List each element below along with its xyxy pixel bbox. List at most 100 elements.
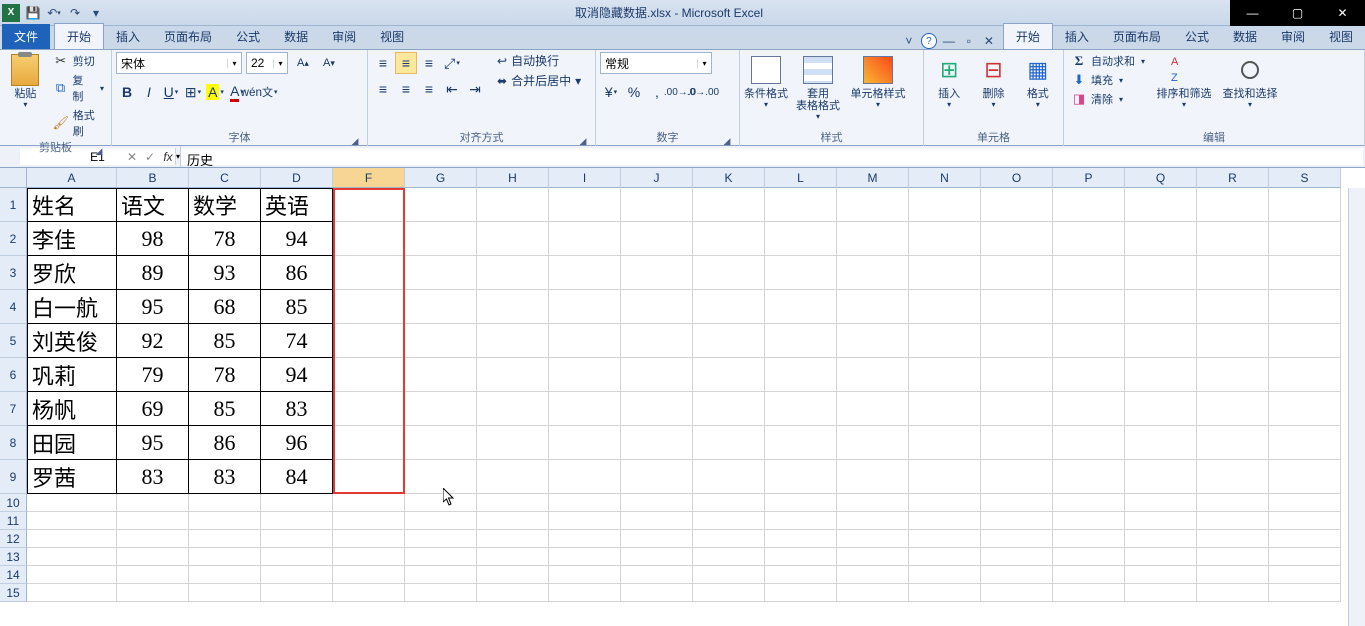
cell[interactable] bbox=[1125, 426, 1197, 460]
cell[interactable] bbox=[693, 426, 765, 460]
italic-button[interactable]: I bbox=[138, 81, 160, 103]
cell[interactable] bbox=[765, 392, 837, 426]
cell[interactable] bbox=[765, 426, 837, 460]
cell[interactable] bbox=[333, 566, 405, 584]
cell[interactable] bbox=[405, 222, 477, 256]
column-header-L[interactable]: L bbox=[765, 168, 837, 188]
row-header-6[interactable]: 6 bbox=[0, 358, 27, 392]
cell[interactable] bbox=[333, 548, 405, 566]
cell[interactable] bbox=[333, 512, 405, 530]
column-header-C[interactable]: C bbox=[189, 168, 261, 188]
row-header-3[interactable]: 3 bbox=[0, 256, 27, 290]
number-format-combo[interactable]: ▾ bbox=[600, 52, 712, 74]
cell[interactable] bbox=[477, 530, 549, 548]
cell[interactable] bbox=[189, 512, 261, 530]
cell[interactable]: 杨帆 bbox=[27, 392, 117, 426]
cell[interactable] bbox=[549, 392, 621, 426]
font-name-combo[interactable]: ▾ bbox=[116, 52, 242, 74]
cell[interactable] bbox=[909, 566, 981, 584]
undo-button[interactable]: ↶▾ bbox=[44, 3, 64, 23]
cell[interactable] bbox=[27, 530, 117, 548]
cell[interactable] bbox=[837, 324, 909, 358]
row-header-4[interactable]: 4 bbox=[0, 290, 27, 324]
mdi-restore-icon[interactable]: ▫ bbox=[961, 33, 977, 49]
cell[interactable] bbox=[1197, 512, 1269, 530]
cell[interactable] bbox=[333, 392, 405, 426]
cell[interactable] bbox=[981, 512, 1053, 530]
cell[interactable] bbox=[693, 512, 765, 530]
cell[interactable] bbox=[1125, 358, 1197, 392]
cell[interactable]: 84 bbox=[261, 460, 333, 494]
cell[interactable] bbox=[693, 494, 765, 512]
cell[interactable] bbox=[837, 548, 909, 566]
cell[interactable] bbox=[621, 566, 693, 584]
cell[interactable] bbox=[1269, 392, 1341, 426]
cell[interactable] bbox=[1197, 290, 1269, 324]
increase-indent-button[interactable]: ⇥ bbox=[464, 78, 486, 100]
cell[interactable]: 94 bbox=[261, 222, 333, 256]
decrease-decimal-button[interactable]: .0→.00 bbox=[692, 81, 714, 103]
font-launcher[interactable]: ◢ bbox=[349, 133, 361, 145]
autosum-button[interactable]: Σ自动求和▾ bbox=[1068, 52, 1148, 70]
column-header-J[interactable]: J bbox=[621, 168, 693, 188]
cell[interactable]: 86 bbox=[261, 256, 333, 290]
cell[interactable] bbox=[837, 494, 909, 512]
cell[interactable] bbox=[549, 222, 621, 256]
accounting-button[interactable]: ¥▾ bbox=[600, 81, 622, 103]
cell[interactable] bbox=[765, 530, 837, 548]
cell[interactable] bbox=[837, 512, 909, 530]
cell[interactable]: 巩莉 bbox=[27, 358, 117, 392]
cell[interactable]: 83 bbox=[261, 392, 333, 426]
cell[interactable] bbox=[1125, 566, 1197, 584]
cell[interactable] bbox=[621, 494, 693, 512]
number-format-input[interactable] bbox=[601, 56, 697, 70]
border-button[interactable]: ⊞▾ bbox=[182, 81, 204, 103]
column-header-I[interactable]: I bbox=[549, 168, 621, 188]
cell[interactable] bbox=[333, 460, 405, 494]
cell[interactable] bbox=[837, 584, 909, 602]
cell[interactable] bbox=[1125, 324, 1197, 358]
row-header-1[interactable]: 1 bbox=[0, 188, 27, 222]
cell[interactable] bbox=[1125, 530, 1197, 548]
cell[interactable] bbox=[909, 426, 981, 460]
cell[interactable] bbox=[1125, 548, 1197, 566]
enter-formula-icon[interactable]: ✓ bbox=[142, 150, 158, 164]
cell[interactable] bbox=[261, 566, 333, 584]
cell[interactable]: 罗茜 bbox=[27, 460, 117, 494]
cell[interactable] bbox=[189, 584, 261, 602]
cell[interactable] bbox=[621, 548, 693, 566]
cell[interactable] bbox=[405, 324, 477, 358]
cell[interactable] bbox=[765, 584, 837, 602]
cell[interactable] bbox=[981, 460, 1053, 494]
tab-开始[interactable]: 开始 bbox=[54, 23, 104, 49]
row-header-7[interactable]: 7 bbox=[0, 392, 27, 426]
cell[interactable] bbox=[621, 530, 693, 548]
cell[interactable] bbox=[621, 512, 693, 530]
cell[interactable] bbox=[1269, 188, 1341, 222]
decrease-indent-button[interactable]: ⇤ bbox=[441, 78, 463, 100]
cell[interactable] bbox=[549, 566, 621, 584]
cell[interactable]: 白一航 bbox=[27, 290, 117, 324]
cell[interactable] bbox=[693, 324, 765, 358]
cell[interactable] bbox=[837, 426, 909, 460]
cell[interactable] bbox=[1125, 222, 1197, 256]
tab-页面布局[interactable]: 页面布局 bbox=[152, 24, 224, 49]
cell[interactable] bbox=[333, 584, 405, 602]
align-left-button[interactable]: ≡ bbox=[372, 78, 394, 100]
cell[interactable] bbox=[837, 392, 909, 426]
cell[interactable]: 78 bbox=[189, 358, 261, 392]
row-header-11[interactable]: 11 bbox=[0, 512, 27, 530]
align-center-button[interactable]: ≡ bbox=[395, 78, 417, 100]
cell[interactable] bbox=[477, 426, 549, 460]
cell[interactable] bbox=[693, 530, 765, 548]
cell[interactable] bbox=[981, 358, 1053, 392]
tab-1[interactable]: 插入 bbox=[1053, 24, 1101, 49]
cell[interactable] bbox=[1269, 222, 1341, 256]
cell[interactable] bbox=[117, 512, 189, 530]
column-header-A[interactable]: A bbox=[27, 168, 117, 188]
cell[interactable] bbox=[1053, 222, 1125, 256]
cell[interactable] bbox=[261, 530, 333, 548]
cell[interactable] bbox=[405, 460, 477, 494]
cell[interactable] bbox=[909, 584, 981, 602]
cell[interactable] bbox=[765, 460, 837, 494]
